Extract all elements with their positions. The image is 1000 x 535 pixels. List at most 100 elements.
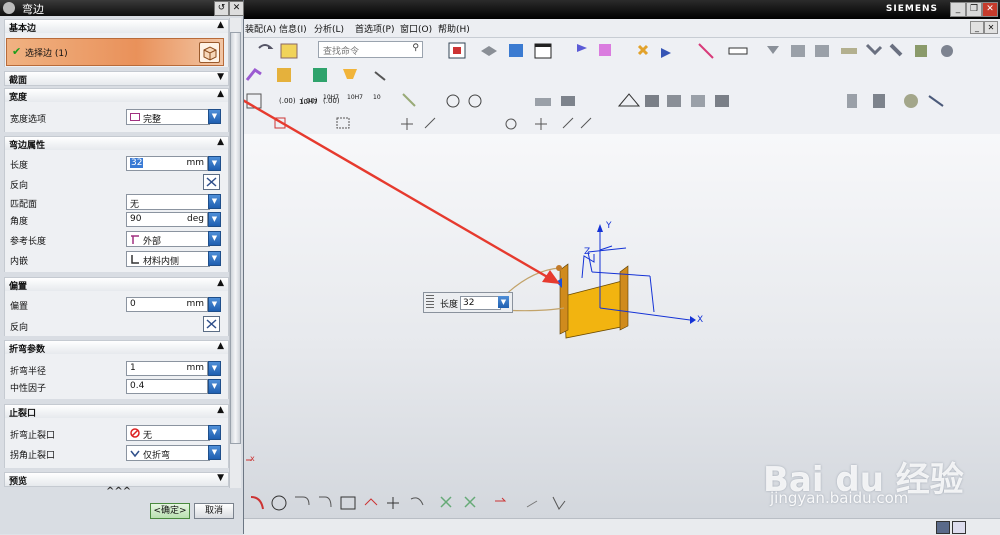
angle-label: 角度 (10, 217, 29, 227)
section-offset[interactable]: 偏置 ▲ (4, 277, 229, 292)
angle-dropdown[interactable]: ▼ (208, 212, 221, 227)
cancel-button[interactable]: 取消 (194, 503, 234, 519)
select-edge-row[interactable]: ✔ 选择边 (1) (6, 38, 224, 66)
axis-y-label: Y (606, 221, 612, 231)
offset-reverse-button[interactable] (203, 316, 220, 332)
flange-dialog: 弯边 ↺ ✕ 基本边 ▲ ✔ 选择边 (1) 截面 ▼ 宽度 ▲ 宽度选项 完整… (0, 0, 244, 534)
inset-dropdown[interactable]: ▼ (208, 251, 221, 266)
offset-reverse-label: 反向 (10, 323, 29, 333)
bend-only-icon (130, 448, 140, 458)
offset-label: 偏置 (10, 302, 29, 312)
collapse-icon[interactable]: ▲ (217, 341, 224, 351)
reverse-direction-icon (206, 177, 217, 187)
length-value[interactable]: 32 (130, 158, 144, 168)
angle-value[interactable]: 90 (130, 214, 141, 224)
expand-icon[interactable]: ▼ (217, 473, 224, 483)
collapse-icon[interactable]: ▲ (217, 20, 224, 30)
section-width[interactable]: 宽度 ▲ (4, 88, 229, 103)
neutral-factor-value[interactable]: 0.4 (130, 381, 144, 391)
right-wall (619, 265, 629, 331)
section-base-edge[interactable]: 基本边 ▲ (4, 19, 229, 34)
status-icon-2[interactable] (952, 521, 966, 534)
angle-field[interactable]: 90 deg (126, 212, 208, 227)
curve-toolbar (243, 491, 613, 515)
bend-relief-select[interactable]: 无 (126, 425, 210, 441)
scrollbar-thumb[interactable] (230, 32, 241, 444)
collapse-icon[interactable]: ▲ (217, 89, 224, 99)
dialog-title: 弯边 (22, 3, 44, 16)
neutral-factor-dropdown[interactable]: ▼ (208, 379, 221, 394)
ref-length-dropdown[interactable]: ▼ (208, 231, 221, 246)
corner-relief-dropdown[interactable]: ▼ (208, 445, 221, 460)
reset-button[interactable]: ↺ (214, 1, 229, 16)
screen-input-field[interactable]: 32 (460, 296, 501, 310)
inset-value: 材料内侧 (143, 257, 180, 267)
corner-relief-label: 拐角止裂口 (10, 451, 56, 461)
no-entry-icon (130, 428, 140, 438)
match-face-label: 匹配面 (10, 200, 38, 210)
edge-select-button[interactable] (199, 42, 220, 63)
length-label: 长度 (10, 161, 29, 171)
width-option-dropdown[interactable]: ▼ (208, 109, 221, 124)
screen-input-box[interactable]: 长度 32 ▼ (423, 292, 513, 313)
collapse-icon[interactable]: ▲ (217, 278, 224, 288)
cube-icon (203, 46, 217, 61)
drag-handle (556, 265, 562, 271)
width-option-label: 宽度选项 (10, 115, 47, 125)
gear-icon[interactable] (3, 2, 15, 14)
match-face-select[interactable]: 无 (126, 194, 210, 210)
bend-radius-unit: mm (186, 363, 204, 373)
offset-value[interactable]: 0 (130, 299, 136, 309)
material-inside-icon (130, 254, 140, 264)
dialog-title-bar[interactable]: 弯边 ↺ ✕ (0, 0, 244, 16)
section-flange-props[interactable]: 弯边属性 ▲ (4, 136, 229, 151)
watermark-url: jingyan.baidu.com (770, 489, 909, 507)
collapse-icon[interactable]: ▲ (217, 137, 224, 147)
reverse-label: 反向 (10, 181, 29, 191)
angle-unit: deg (187, 214, 204, 224)
neutral-factor-label: 中性因子 (10, 384, 47, 394)
dialog-close-button[interactable]: ✕ (229, 1, 244, 16)
bend-relief-dropdown[interactable]: ▼ (208, 425, 221, 440)
flange-face (563, 279, 627, 339)
section-profile-label: 截面 (9, 76, 28, 86)
outer-length-icon (130, 234, 140, 244)
section-preview-label: 预览 (9, 477, 28, 487)
reverse-direction-button[interactable] (203, 174, 220, 190)
ok-button[interactable]: <确定> (150, 503, 190, 519)
status-icon-1[interactable] (936, 521, 950, 534)
offset-unit: mm (186, 299, 204, 309)
collapse-icon[interactable]: ▲ (217, 405, 224, 415)
bend-relief-label: 折弯止裂口 (10, 431, 56, 441)
bend-radius-label: 折弯半径 (10, 367, 47, 377)
offset-dropdown[interactable]: ▼ (208, 297, 221, 312)
curve-toolbar-icons[interactable] (243, 491, 613, 515)
ref-length-select[interactable]: 外部 (126, 231, 210, 247)
rect-icon (130, 113, 140, 121)
inset-label: 内嵌 (10, 257, 29, 267)
match-face-dropdown[interactable]: ▼ (208, 194, 221, 209)
section-relief[interactable]: 止裂口 ▲ (4, 404, 229, 419)
bend-radius-field[interactable]: 1 mm (126, 361, 208, 376)
section-bend-params[interactable]: 折弯参数 ▲ (4, 340, 229, 355)
drag-grip[interactable] (426, 295, 434, 309)
width-option-select[interactable]: 完整 (126, 109, 210, 125)
datum-x-label: x (250, 454, 255, 463)
bend-radius-value[interactable]: 1 (130, 363, 136, 373)
offset-field[interactable]: 0 mm (126, 297, 208, 312)
screen-input-dropdown[interactable]: ▼ (498, 296, 509, 308)
left-wall (559, 263, 569, 335)
corner-relief-select[interactable]: 仅折弯 (126, 445, 210, 461)
section-profile[interactable]: 截面 ▼ (4, 71, 229, 86)
expand-icon[interactable]: ▼ (217, 72, 224, 82)
inset-select[interactable]: 材料内侧 (126, 251, 210, 267)
neutral-factor-field[interactable]: 0.4 (126, 379, 208, 394)
length-field[interactable]: 32 mm (126, 156, 208, 171)
axis-x-label: X (697, 315, 704, 325)
axis-z-label: Z (584, 247, 591, 257)
length-dropdown[interactable]: ▼ (208, 156, 221, 171)
status-bar (243, 518, 1000, 535)
bend-radius-dropdown[interactable]: ▼ (208, 361, 221, 376)
section-preview[interactable]: 预览 ▼ (4, 472, 229, 487)
more-options-toggle[interactable]: ^^^ (106, 486, 131, 497)
